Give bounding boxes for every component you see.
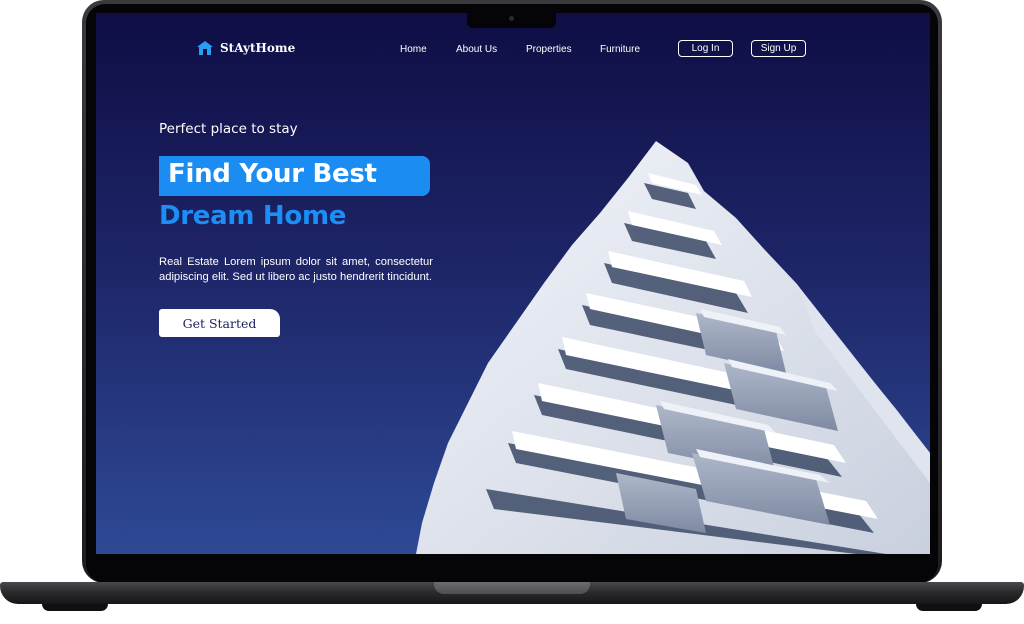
camera-icon	[509, 16, 514, 21]
signup-button[interactable]: Sign Up	[751, 40, 806, 57]
login-button[interactable]: Log In	[678, 40, 733, 57]
brand-logo[interactable]: StAytHome	[196, 40, 295, 56]
laptop-foot-left	[42, 604, 108, 611]
nav-about-us[interactable]: About Us	[456, 44, 497, 55]
nav-furniture[interactable]: Furniture	[600, 44, 640, 55]
laptop-opening-notch	[434, 582, 590, 594]
hero-headline-line2: Dream Home	[159, 201, 347, 231]
hero-tagline: Perfect place to stay	[159, 121, 298, 137]
house-icon	[197, 41, 213, 55]
hero-description: Real Estate Lorem ipsum dolor sit amet, …	[159, 256, 433, 283]
get-started-button[interactable]: Get Started	[159, 309, 280, 337]
brand-name: StAytHome	[220, 41, 296, 55]
website-screen: StAytHome Home About Us Properties Furni…	[96, 13, 930, 554]
nav-properties[interactable]: Properties	[526, 44, 572, 55]
laptop-foot-right	[916, 604, 982, 611]
nav-home[interactable]: Home	[400, 44, 427, 55]
hero-headline-line1: Find Your Best	[168, 159, 377, 189]
